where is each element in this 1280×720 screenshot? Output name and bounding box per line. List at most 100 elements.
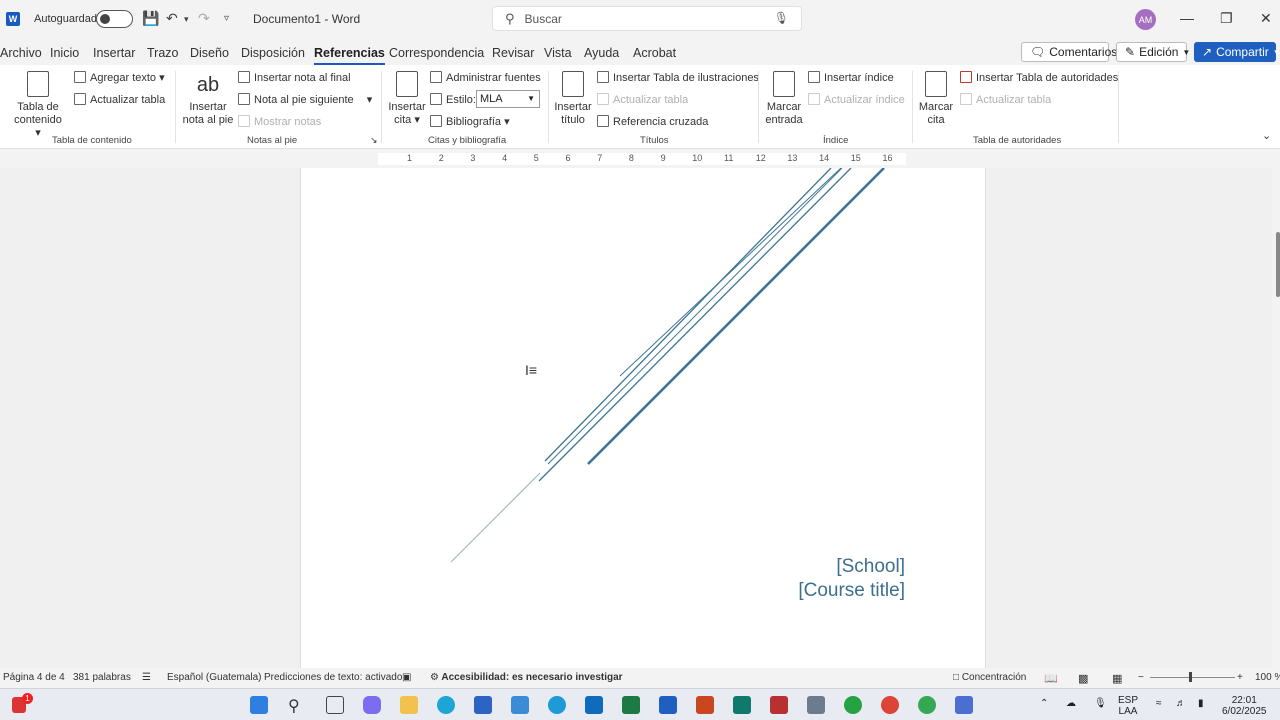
- insert-index-button[interactable]: Insertar índice: [808, 71, 894, 84]
- search-box[interactable]: ⚲ Buscar 🎙: [492, 6, 802, 31]
- cross-reference-button[interactable]: Referencia cruzada: [597, 115, 708, 128]
- school-placeholder[interactable]: [School]: [836, 556, 905, 578]
- access-icon[interactable]: [770, 696, 788, 714]
- insert-citation-button[interactable]: Insertar cita ▾: [386, 71, 428, 127]
- tab-insertar[interactable]: Insertar: [93, 46, 135, 60]
- volume-icon[interactable]: ♬: [1176, 698, 1186, 709]
- mark-citation-button[interactable]: Marcar cita: [916, 71, 956, 127]
- clock[interactable]: 22:01 6/02/2025: [1222, 695, 1267, 717]
- task-view-icon[interactable]: [326, 696, 344, 714]
- focus-mode-button[interactable]: □ Concentración: [953, 672, 1026, 683]
- zoom-slider[interactable]: [1150, 677, 1235, 678]
- tab-archivo[interactable]: Archivo: [0, 46, 42, 60]
- tab-disposicion[interactable]: Disposición: [241, 46, 305, 60]
- zoom-slider-thumb[interactable]: [1189, 672, 1192, 682]
- tray-overflow-icon[interactable]: ⌃: [1040, 698, 1048, 709]
- tab-acrobat[interactable]: Acrobat: [633, 46, 676, 60]
- outlook-icon[interactable]: [585, 696, 603, 714]
- microphone-icon[interactable]: 🎙: [774, 11, 789, 25]
- tab-diseno[interactable]: Diseño: [190, 46, 229, 60]
- edge-icon[interactable]: [437, 696, 455, 714]
- minimize-icon[interactable]: —: [1180, 10, 1194, 26]
- excel-icon[interactable]: [622, 696, 640, 714]
- store-icon[interactable]: [474, 696, 492, 714]
- undo-icon[interactable]: ↶: [166, 10, 178, 27]
- editing-mode-button[interactable]: ✎ Edición ▼: [1116, 42, 1190, 62]
- show-notes-button[interactable]: Mostrar notas: [238, 115, 321, 128]
- zoom-level[interactable]: 100 %: [1255, 672, 1280, 683]
- document-page[interactable]: [School] [Course title] I≡: [300, 168, 986, 668]
- page-count[interactable]: Página 4 de 4: [3, 672, 65, 683]
- app-icon[interactable]: [955, 696, 973, 714]
- share-button[interactable]: ↗ Compartir ▼: [1194, 42, 1280, 62]
- proofing-icon[interactable]: ☰: [142, 672, 151, 683]
- close-icon[interactable]: ✕: [1260, 10, 1272, 27]
- wifi-icon[interactable]: ≈: [1156, 698, 1162, 709]
- copilot-icon[interactable]: [363, 696, 381, 714]
- word-icon[interactable]: [659, 696, 677, 714]
- collapse-ribbon-icon[interactable]: ⌄: [1262, 129, 1271, 142]
- read-mode-icon[interactable]: 📖: [1044, 672, 1058, 685]
- text-predictions-status[interactable]: Predicciones de texto: activado: [264, 672, 402, 683]
- file-explorer-icon[interactable]: [400, 696, 418, 714]
- macro-icon[interactable]: ▣: [402, 672, 411, 683]
- add-text-button[interactable]: Agregar texto ▾: [74, 71, 165, 84]
- chrome-profile-icon[interactable]: [918, 696, 936, 714]
- save-icon[interactable]: 💾: [142, 10, 159, 27]
- tab-revisar[interactable]: Revisar: [492, 46, 534, 60]
- course-title-placeholder[interactable]: [Course title]: [798, 580, 905, 602]
- horizontal-ruler[interactable]: 1 2 3 4 5 6 7 8 9 10 11 12 13 14 15 16: [0, 150, 1280, 168]
- search-icon[interactable]: ⚲: [288, 696, 306, 715]
- bibliography-button[interactable]: Bibliografía ▾: [430, 115, 510, 128]
- insert-caption-button[interactable]: Insertar título: [553, 71, 593, 127]
- tab-ayuda[interactable]: Ayuda: [584, 46, 619, 60]
- update-toc-button[interactable]: Actualizar tabla: [74, 93, 165, 106]
- tab-vista[interactable]: Vista: [544, 46, 572, 60]
- update-figures-table-button[interactable]: Actualizar tabla: [597, 93, 688, 106]
- insert-authorities-table-button[interactable]: Insertar Tabla de autoridades: [960, 71, 1118, 84]
- redo-icon[interactable]: ↷: [198, 10, 210, 27]
- zoom-out-icon[interactable]: −: [1138, 672, 1144, 683]
- update-index-button[interactable]: Actualizar índice: [808, 93, 905, 106]
- insert-endnote-button[interactable]: Insertar nota al final: [238, 71, 351, 84]
- citation-style-select[interactable]: MLA ▼: [476, 90, 540, 108]
- tab-inicio[interactable]: Inicio: [50, 46, 79, 60]
- toc-button[interactable]: Tabla de contenido ▾: [10, 71, 66, 140]
- powerpoint-icon[interactable]: [696, 696, 714, 714]
- customize-toolbar-icon[interactable]: ▿: [224, 13, 229, 24]
- dialog-launcher-icon[interactable]: ↘: [370, 135, 378, 146]
- app-icon[interactable]: [511, 696, 529, 714]
- word-count[interactable]: 381 palabras: [73, 672, 131, 683]
- chrome-icon[interactable]: [881, 696, 899, 714]
- document-area[interactable]: [School] [Course title] I≡: [0, 168, 1272, 668]
- undo-dropdown-icon[interactable]: ▾: [184, 14, 189, 25]
- scrollbar-thumb[interactable]: [1276, 232, 1280, 297]
- calculator-icon[interactable]: [807, 696, 825, 714]
- accessibility-status[interactable]: ⚙ Accesibilidad: es necesario investigar: [430, 672, 623, 683]
- avatar[interactable]: AM: [1135, 9, 1156, 30]
- whatsapp-icon[interactable]: [844, 696, 862, 714]
- start-icon[interactable]: [250, 696, 268, 714]
- web-layout-icon[interactable]: ▦: [1112, 672, 1122, 685]
- autosave-toggle[interactable]: [96, 10, 133, 28]
- help-icon[interactable]: [548, 696, 566, 714]
- language-status[interactable]: Español (Guatemala): [167, 672, 262, 683]
- onedrive-icon[interactable]: ☁: [1066, 698, 1076, 709]
- print-layout-icon[interactable]: ▩: [1078, 672, 1088, 685]
- restore-icon[interactable]: ❐: [1220, 10, 1233, 27]
- publisher-icon[interactable]: [733, 696, 751, 714]
- insert-footnote-button[interactable]: ab Insertar nota al pie: [180, 71, 236, 127]
- next-footnote-button[interactable]: Nota al pie siguiente ▾: [238, 93, 372, 106]
- manage-sources-button[interactable]: Administrar fuentes: [430, 71, 541, 84]
- update-authorities-table-button[interactable]: Actualizar tabla: [960, 93, 1051, 106]
- comments-button[interactable]: 🗨 Comentarios: [1021, 42, 1117, 62]
- tab-trazo[interactable]: Trazo: [147, 46, 179, 60]
- mark-entry-button[interactable]: Marcar entrada: [762, 71, 806, 127]
- insert-figures-table-button[interactable]: Insertar Tabla de ilustraciones: [597, 71, 759, 84]
- tab-referencias[interactable]: Referencias: [314, 46, 385, 65]
- language-indicator[interactable]: ESP LAA: [1118, 695, 1138, 717]
- microphone-icon[interactable]: 🎙: [1094, 698, 1107, 709]
- tab-correspondencia[interactable]: Correspondencia: [389, 46, 484, 60]
- battery-icon[interactable]: ▮: [1198, 698, 1204, 709]
- zoom-in-icon[interactable]: +: [1237, 672, 1243, 683]
